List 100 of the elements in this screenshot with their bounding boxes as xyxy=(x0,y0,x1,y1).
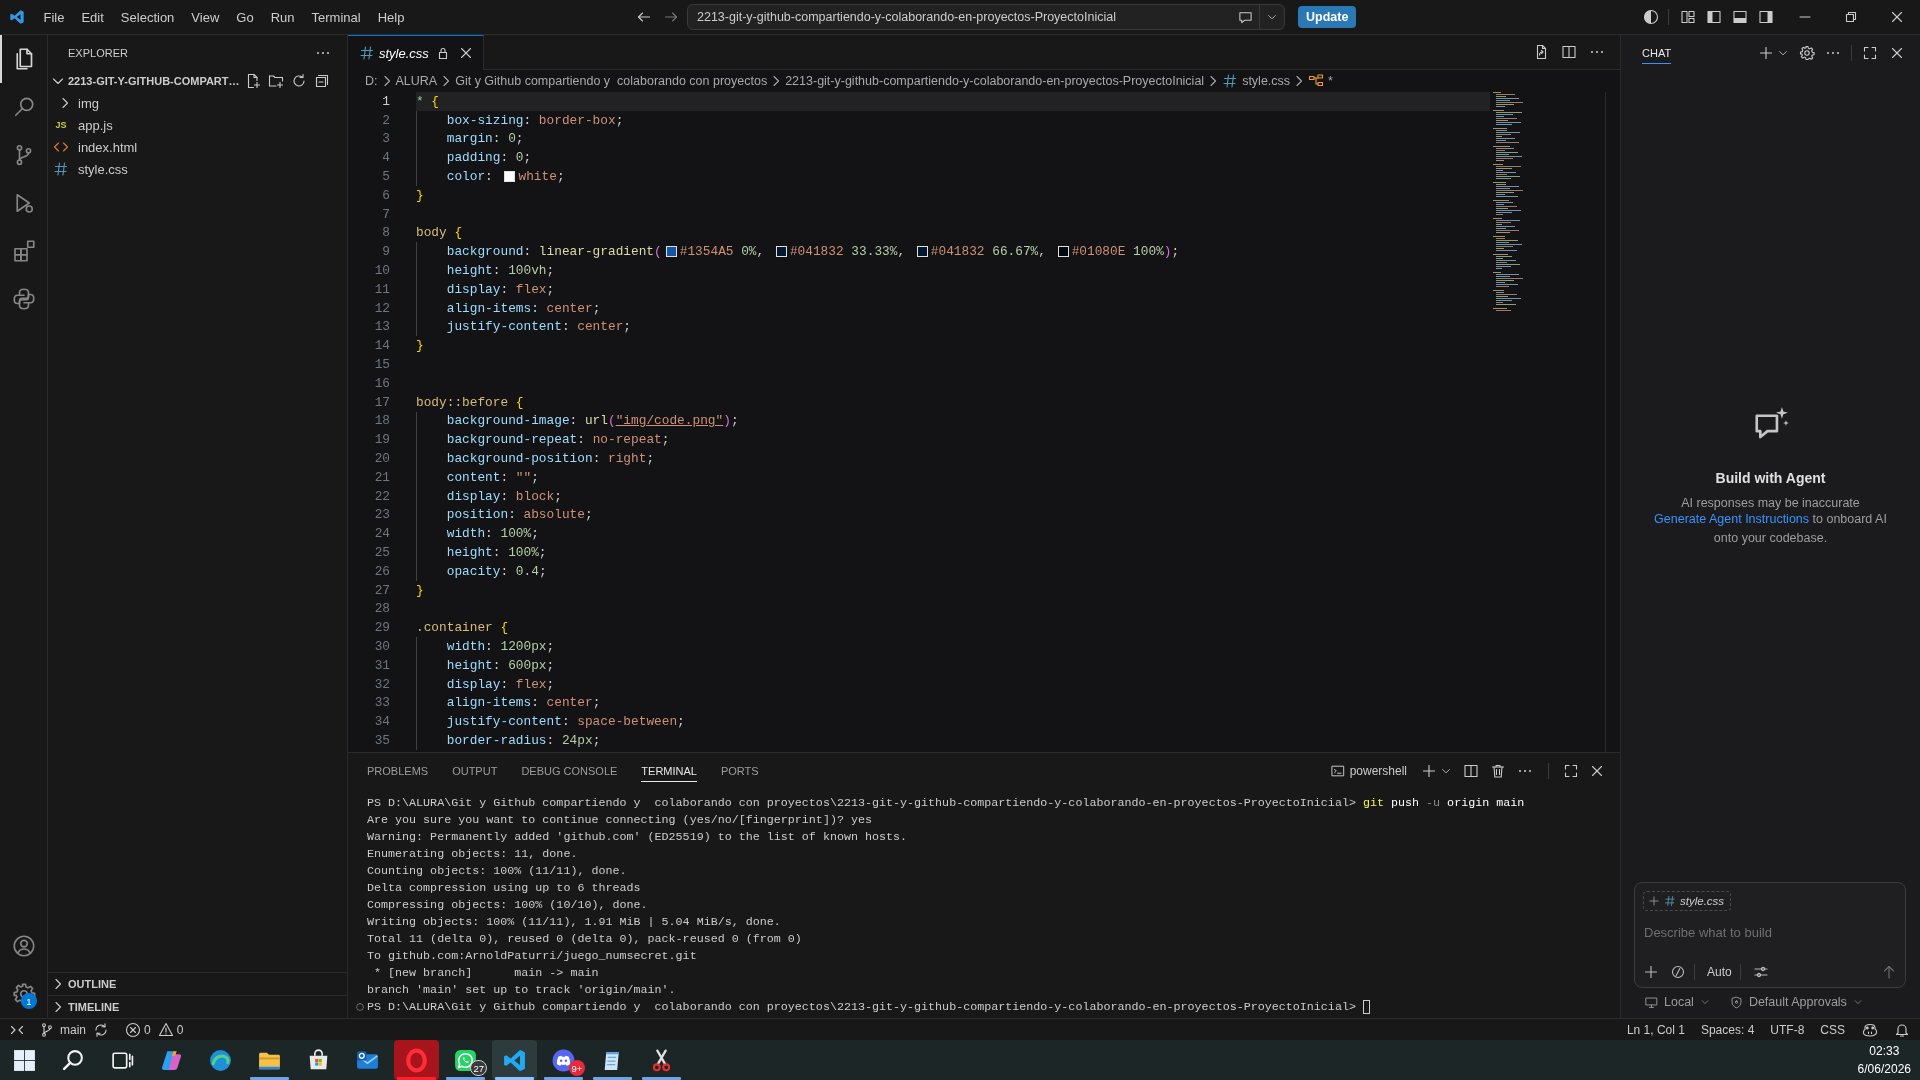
chat-icon[interactable] xyxy=(1238,9,1253,25)
panel-tab[interactable]: OUTPUT xyxy=(452,759,498,782)
breadcrumb-item[interactable]: D: xyxy=(365,74,378,88)
plus-icon[interactable] xyxy=(1643,964,1659,980)
panel-tab[interactable]: PORTS xyxy=(720,759,759,782)
breadcrumb-item[interactable]: Git y Github compartiendo y colaborando con proyectos xyxy=(455,74,768,88)
split-editor-icon[interactable] xyxy=(1561,44,1577,60)
code-text: } xyxy=(416,187,424,203)
new-folder-icon[interactable] xyxy=(268,73,284,89)
status-item[interactable]: Ln 1, Col 1 xyxy=(1618,1022,1693,1037)
color-swatch-icon[interactable] xyxy=(916,246,928,258)
new-file-icon[interactable] xyxy=(245,73,261,89)
taskbar-button[interactable] xyxy=(492,1040,537,1080)
line-number: 28 xyxy=(373,601,390,617)
terminal-selector[interactable]: powershell xyxy=(1330,763,1407,778)
menu-item[interactable]: Terminal xyxy=(303,9,370,25)
code-text: height: 600px; xyxy=(446,657,555,673)
code-icon xyxy=(53,139,69,155)
color-swatch-icon[interactable] xyxy=(775,246,787,258)
hash-icon xyxy=(1222,73,1239,89)
approvals-dropdown[interactable]: Default Approvals xyxy=(1729,995,1863,1009)
section-header[interactable]: OUTLINE xyxy=(48,972,347,995)
menu-item[interactable]: Help xyxy=(369,9,413,25)
arrow-left-icon[interactable] xyxy=(636,9,652,25)
refresh-icon[interactable] xyxy=(291,73,307,89)
account-icon[interactable] xyxy=(11,934,36,958)
plus-icon[interactable] xyxy=(1758,44,1774,61)
taskbar-button[interactable]: 27 xyxy=(443,1040,488,1080)
panel-tab[interactable]: DEBUG CONSOLE xyxy=(521,759,618,782)
bell-icon[interactable] xyxy=(1894,1021,1910,1038)
taskbar-button[interactable]: 9+ xyxy=(541,1040,586,1080)
explorer-item[interactable]: img xyxy=(48,92,347,114)
code-text: box-sizing: border-box; xyxy=(446,112,624,128)
color-swatch-icon[interactable] xyxy=(665,246,677,258)
menu-item[interactable]: File xyxy=(35,9,73,25)
maximize-icon[interactable] xyxy=(1862,44,1878,61)
line-number: 30 xyxy=(373,639,390,654)
code-text: } xyxy=(416,582,424,598)
collapse-icon[interactable] xyxy=(314,73,330,89)
bot-face-icon[interactable] xyxy=(1862,1021,1878,1038)
code-text: display: block; xyxy=(446,488,562,504)
plus-icon[interactable] xyxy=(1421,762,1437,779)
settings-icon[interactable] xyxy=(1799,44,1815,61)
menu-item[interactable]: Edit xyxy=(72,9,113,25)
menu-item[interactable]: Go xyxy=(227,9,263,25)
breadcrumb-item[interactable]: * xyxy=(1308,73,1333,89)
terminal-line: branch 'main' set up to track 'origin/main'. xyxy=(367,982,676,997)
code-text: * { xyxy=(416,93,440,109)
context-file-chip[interactable]: style.css xyxy=(1643,891,1732,911)
sidebar-left-icon[interactable] xyxy=(1706,9,1722,25)
status-item[interactable]: Spaces: 4 xyxy=(1692,1022,1763,1037)
panel-tab[interactable]: PROBLEMS xyxy=(367,759,429,782)
command-center[interactable]: 2213-git-y-github-compartiendo-y-colaborando-en-proyectos-ProyectoInicial xyxy=(687,4,1285,30)
breadcrumb-item[interactable]: 2213-git-y-github-compartiendo-y-colaborando-en-proyectos-ProyectoInicial xyxy=(785,74,1205,88)
split-terminal-icon[interactable] xyxy=(1463,762,1479,779)
terminal-icon xyxy=(1330,763,1345,778)
close-icon[interactable] xyxy=(1889,9,1905,25)
send-icon[interactable] xyxy=(1881,964,1897,980)
trash-icon[interactable] xyxy=(1490,762,1506,779)
explorer-item[interactable]: style.css xyxy=(48,158,347,180)
line-number: 27 xyxy=(373,582,390,598)
status-item[interactable]: CSS xyxy=(1812,1022,1853,1037)
explorer-item[interactable]: index.html xyxy=(48,136,347,158)
folder-name[interactable]: 2213-GIT-Y-GITHUB-COMPART… xyxy=(68,75,240,87)
code-text: background: linear-gradient( xyxy=(446,244,662,260)
notification-count: 27 xyxy=(470,1060,487,1076)
layout-icon[interactable] xyxy=(1680,9,1696,25)
panel-bottom-icon[interactable] xyxy=(1732,9,1748,25)
status-item[interactable]: UTF-8 xyxy=(1762,1022,1813,1037)
generate-instructions-link[interactable]: Generate Agent Instructions xyxy=(1654,511,1810,526)
maximize-icon[interactable] xyxy=(1563,762,1579,779)
update-button[interactable]: Update xyxy=(1298,6,1357,28)
arrow-right-icon[interactable] xyxy=(663,9,679,25)
restore-icon[interactable] xyxy=(1843,9,1859,25)
line-number: 34 xyxy=(373,714,390,730)
code-text: } xyxy=(416,338,424,354)
sidebar-right-icon[interactable] xyxy=(1758,9,1774,25)
branch-button[interactable]: main xyxy=(38,1021,86,1038)
sliders-icon[interactable] xyxy=(1752,964,1769,980)
line-number: 35 xyxy=(373,733,390,748)
location-dropdown[interactable]: Local xyxy=(1645,995,1710,1009)
notification-count: 9+ xyxy=(569,1060,585,1076)
breadcrumb-item[interactable]: ALURA xyxy=(395,74,438,88)
line-number: 24 xyxy=(373,526,390,542)
menu-item[interactable]: Run xyxy=(262,9,303,25)
sync-icon[interactable] xyxy=(93,1021,109,1038)
code-text: #041832 66.67%, xyxy=(930,244,1047,260)
problems-button[interactable]: 0 0 xyxy=(125,1021,184,1038)
editor-tab[interactable]: style.css xyxy=(348,35,484,70)
breadcrumb-item[interactable]: style.css xyxy=(1222,73,1291,89)
menu-item[interactable]: Selection xyxy=(112,9,183,25)
menu-item[interactable]: View xyxy=(182,9,228,25)
code-text: background-repeat: no-repeat; xyxy=(446,432,670,448)
color-swatch-icon[interactable] xyxy=(1057,246,1069,258)
chat-tab[interactable]: CHAT xyxy=(1642,41,1672,64)
chat-input-field[interactable]: Describe what to build xyxy=(1643,918,1897,946)
panel-tab[interactable]: TERMINAL xyxy=(641,759,697,782)
explorer-item[interactable]: JS app.js xyxy=(48,114,347,136)
mode-button[interactable]: Auto xyxy=(1707,965,1732,979)
color-swatch-icon[interactable] xyxy=(504,171,516,183)
